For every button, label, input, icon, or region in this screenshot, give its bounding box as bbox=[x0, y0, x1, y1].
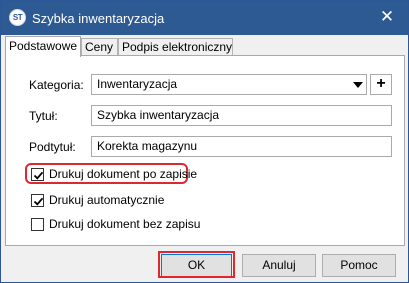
chevron-down-icon bbox=[353, 82, 363, 88]
print-without-save-checkbox[interactable] bbox=[31, 218, 44, 231]
window-title: Szybka inwentaryzacja bbox=[32, 11, 165, 26]
category-value: Inwentaryzacja bbox=[97, 77, 178, 91]
plus-icon: + bbox=[376, 75, 386, 92]
title-input[interactable]: Szybka inwentaryzacja bbox=[91, 105, 392, 126]
tab-podpis-elektroniczny[interactable]: Podpis elektroniczny bbox=[118, 38, 233, 55]
ok-button[interactable]: OK bbox=[161, 254, 232, 277]
subtitle-label: Podtytuł: bbox=[29, 140, 76, 154]
tab-panel-podstawowe: Kategoria: Inwentaryzacja + Tytuł: Szybk… bbox=[5, 55, 405, 246]
print-after-save-checkbox[interactable] bbox=[31, 168, 44, 181]
tab-podstawowe[interactable]: Podstawowe bbox=[5, 36, 81, 57]
title-bar[interactable]: ST Szybka inwentaryzacja ✕ bbox=[1, 1, 408, 35]
cancel-button[interactable]: Anuluj bbox=[242, 254, 316, 277]
checkmark-icon bbox=[33, 197, 44, 206]
close-icon: ✕ bbox=[379, 7, 395, 26]
category-label: Kategoria: bbox=[29, 78, 84, 92]
close-button[interactable]: ✕ bbox=[366, 1, 408, 35]
print-automatically-checkbox[interactable] bbox=[31, 194, 44, 207]
category-dropdown[interactable]: Inwentaryzacja bbox=[91, 74, 367, 95]
title-label: Tytuł: bbox=[29, 109, 58, 123]
print-without-save-label: Drukuj dokument bez zapisu bbox=[49, 217, 201, 231]
checkmark-icon bbox=[33, 171, 44, 180]
print-after-save-label: Drukuj dokument po zapisie bbox=[49, 167, 198, 181]
print-automatically-label: Drukuj automatycznie bbox=[49, 193, 165, 207]
tab-ceny[interactable]: Ceny bbox=[81, 38, 118, 55]
add-category-button[interactable]: + bbox=[370, 74, 392, 95]
dialog-window: ST Szybka inwentaryzacja ✕ Podstawowe Ce… bbox=[0, 0, 409, 283]
help-button[interactable]: Pomoc bbox=[322, 254, 396, 277]
subtitle-input[interactable]: Korekta magazynu bbox=[91, 136, 392, 157]
app-logo-icon: ST bbox=[9, 9, 26, 26]
